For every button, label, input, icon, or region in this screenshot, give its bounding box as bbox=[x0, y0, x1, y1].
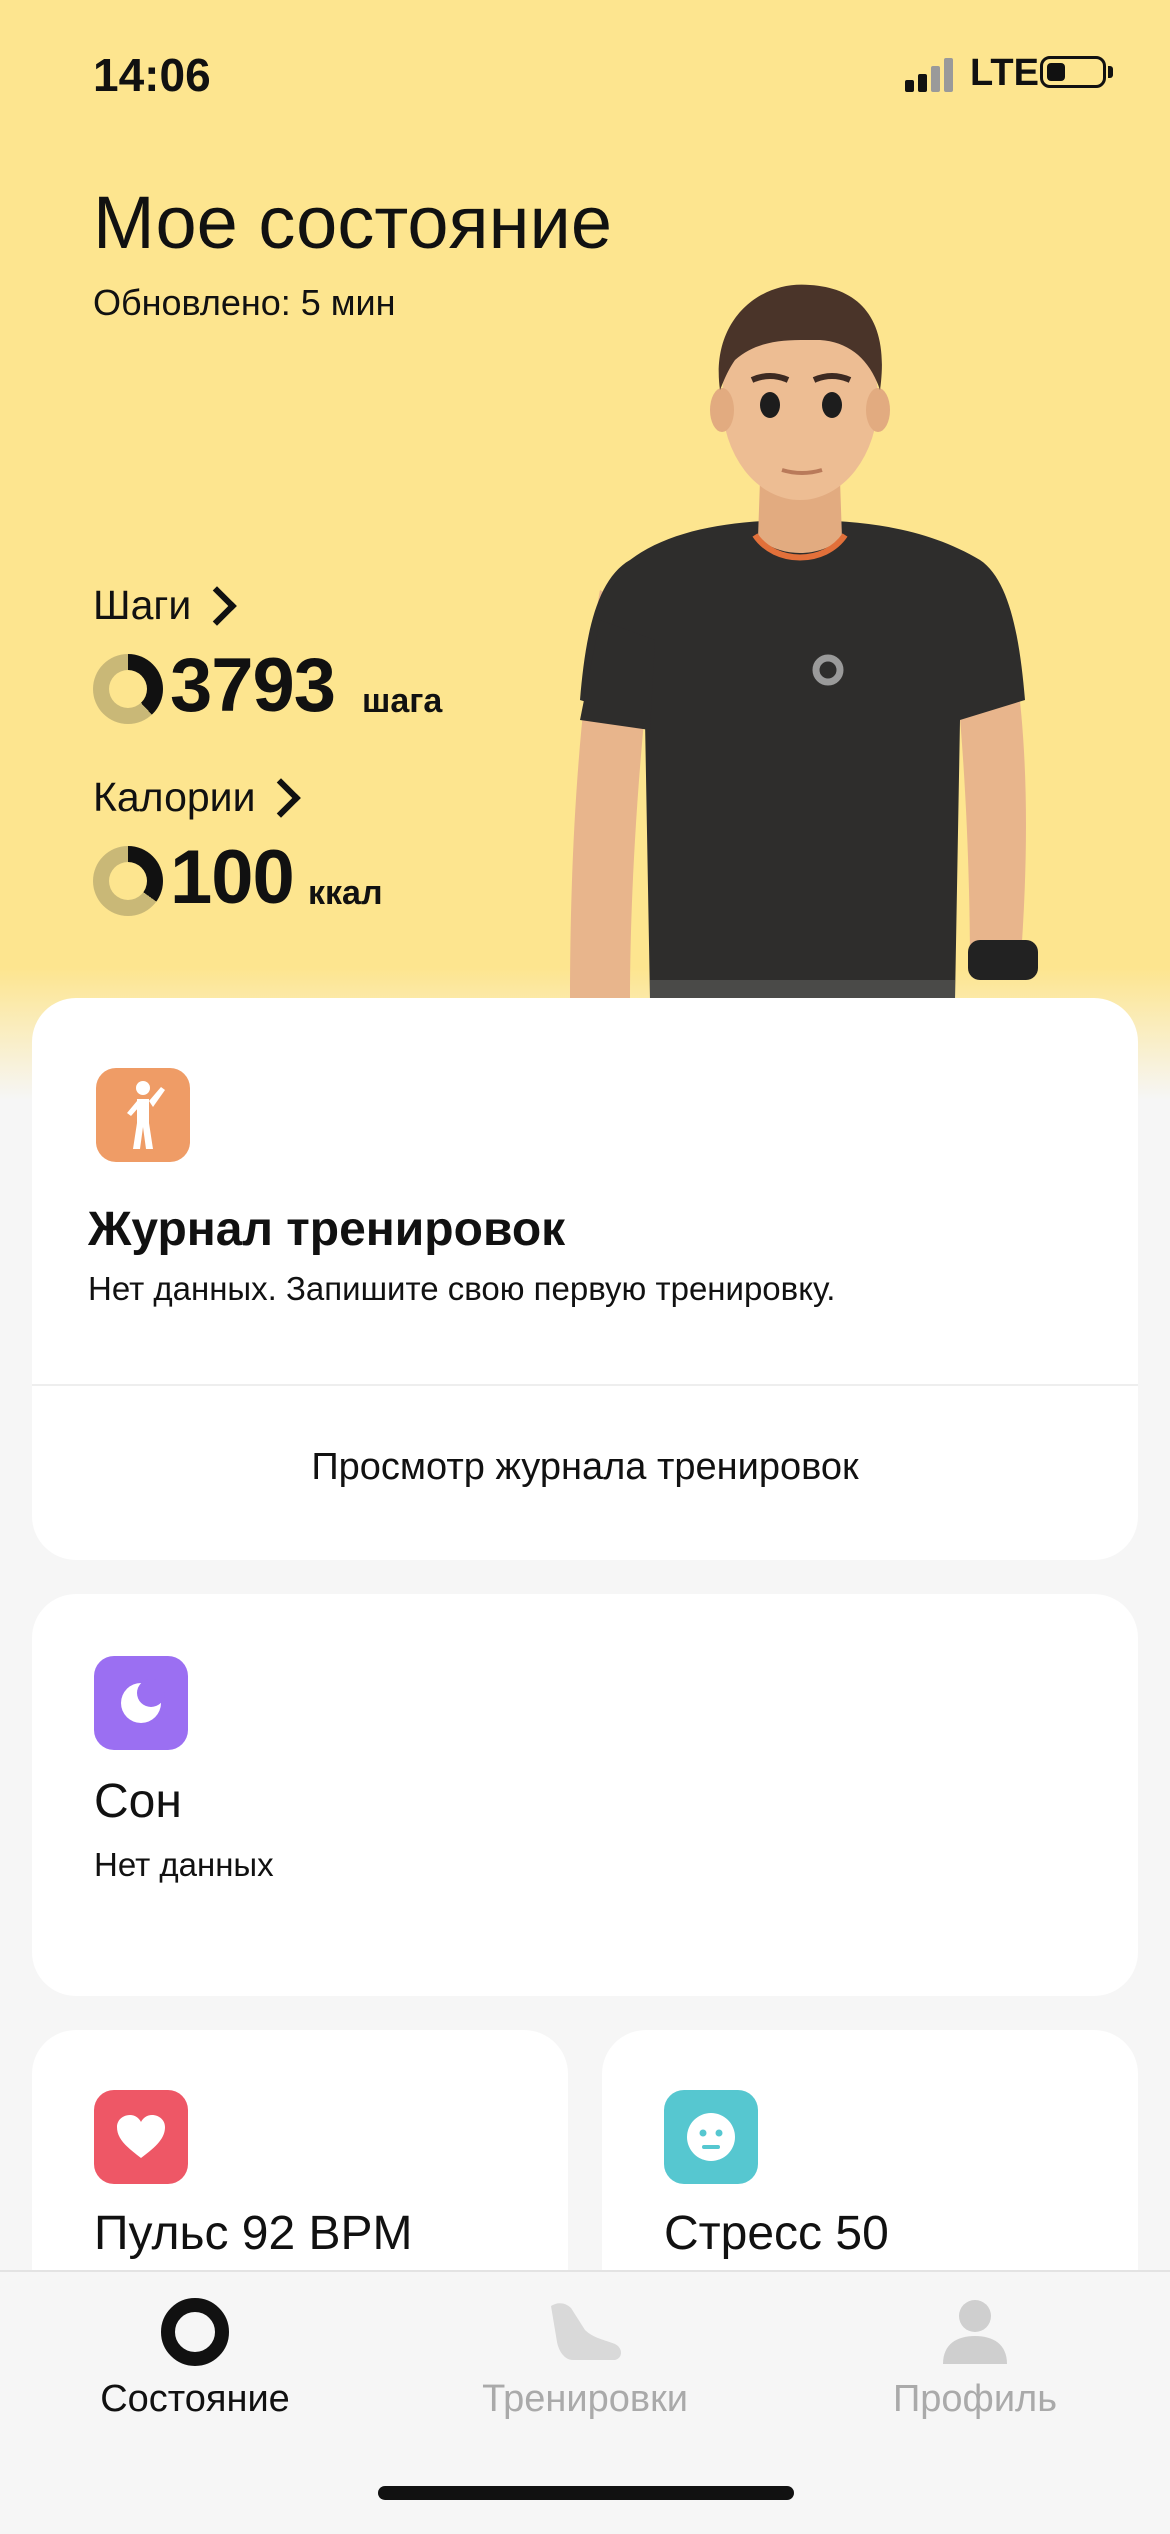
chevron-right-icon bbox=[197, 585, 238, 626]
steps-label: Шаги bbox=[93, 582, 192, 628]
signal-icon bbox=[905, 58, 955, 92]
neutral-face-icon bbox=[664, 2090, 758, 2184]
battery-icon bbox=[1040, 56, 1106, 88]
workout-log-card[interactable]: Журнал тренировок Нет данных. Запишите с… bbox=[32, 998, 1138, 1560]
heart-icon bbox=[94, 2090, 188, 2184]
home-indicator bbox=[378, 2486, 794, 2500]
view-workout-log-link[interactable]: Просмотр журнала тренировок bbox=[32, 1446, 1138, 1489]
avatar-illustration bbox=[570, 284, 1038, 1000]
calories-label: Калории bbox=[93, 774, 256, 820]
steps-value: 3793 bbox=[170, 643, 336, 728]
tab-profile-label: Профиль bbox=[892, 2378, 1058, 2420]
person-icon bbox=[943, 2300, 1007, 2364]
pulse-card-title: Пульс 92 BPM bbox=[94, 2207, 413, 2260]
card-divider bbox=[32, 1384, 1138, 1386]
person-stretch-icon bbox=[96, 1068, 190, 1162]
calories-progress-ring bbox=[93, 846, 163, 916]
workout-card-title: Журнал тренировок bbox=[88, 1203, 566, 1256]
stress-card-title: Стресс 50 bbox=[664, 2207, 889, 2260]
chevron-right-icon bbox=[261, 777, 302, 818]
tab-state-label: Состояние bbox=[100, 2378, 290, 2420]
calories-link[interactable]: Калории bbox=[93, 774, 302, 821]
updated-label: Обновлено: 5 мин bbox=[93, 282, 396, 323]
steps-link[interactable]: Шаги bbox=[93, 582, 238, 629]
status-time: 14:06 bbox=[93, 49, 211, 101]
moon-icon bbox=[94, 1656, 188, 1750]
sleep-card-title: Сон bbox=[94, 1775, 182, 1828]
battery-tip bbox=[1108, 66, 1113, 78]
tab-workouts-label: Тренировки bbox=[482, 2378, 688, 2420]
ring-icon bbox=[161, 2298, 229, 2366]
calories-unit: ккал bbox=[308, 874, 383, 912]
steps-progress-ring bbox=[93, 654, 163, 724]
calories-value: 100 bbox=[170, 835, 295, 920]
sleep-card[interactable]: Сон Нет данных bbox=[32, 1594, 1138, 1996]
page-title: Мое состояние bbox=[93, 181, 612, 264]
steps-unit: шага bbox=[362, 682, 443, 720]
workout-card-subtitle: Нет данных. Запишите свою первую трениро… bbox=[88, 1270, 836, 1307]
shoe-icon bbox=[551, 2303, 621, 2360]
network-label: LTE bbox=[970, 52, 1039, 94]
sleep-card-subtitle: Нет данных bbox=[94, 1846, 274, 1883]
